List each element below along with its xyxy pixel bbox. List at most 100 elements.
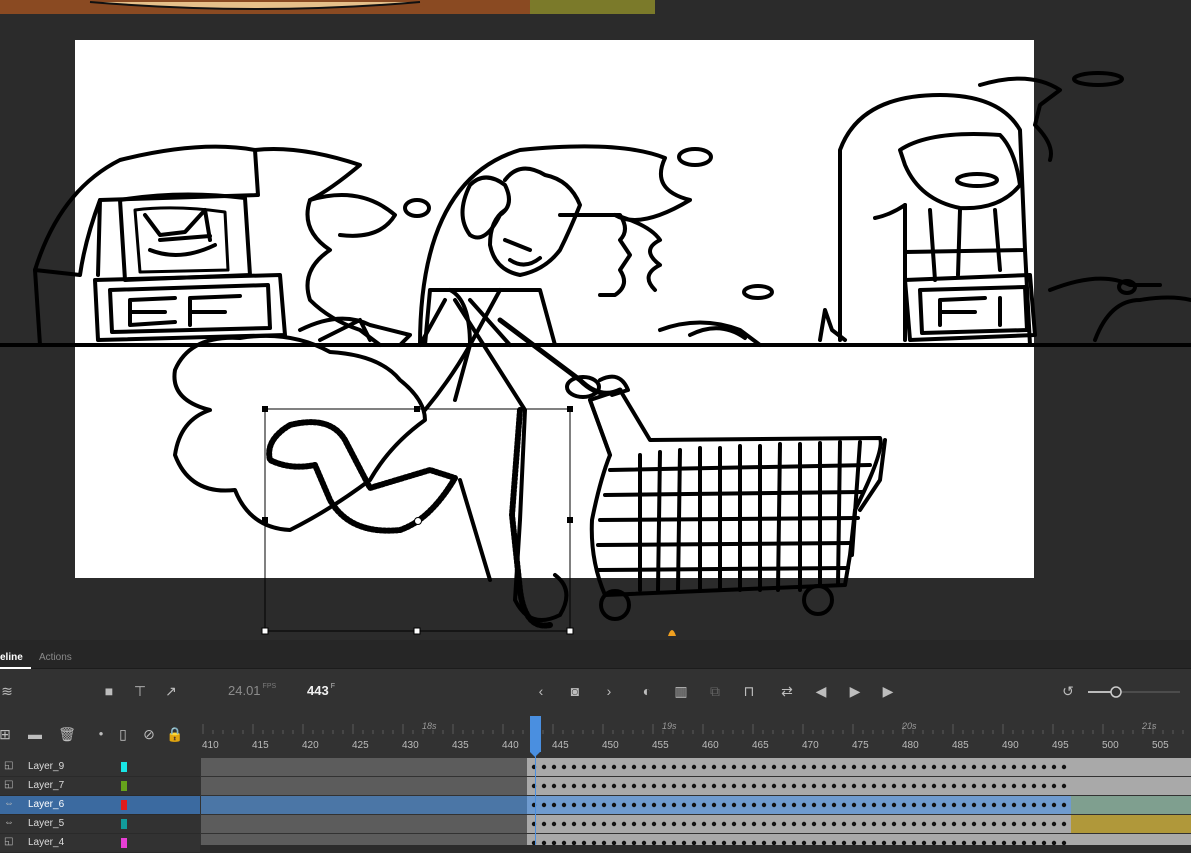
- visibility-icon[interactable]: ⊘: [138, 724, 160, 744]
- keyframe-dot[interactable]: [991, 821, 997, 827]
- keyframe-dot[interactable]: [551, 764, 557, 770]
- keyframe-dot[interactable]: [761, 764, 767, 770]
- layer-track[interactable]: [201, 777, 1191, 795]
- keyframe-dot[interactable]: [871, 802, 877, 808]
- keyframe-dot[interactable]: [581, 783, 587, 789]
- keyframe-dot[interactable]: [891, 802, 897, 808]
- keyframe-dot[interactable]: [581, 764, 587, 770]
- keyframe-dot[interactable]: [721, 821, 727, 827]
- keyframe-dot[interactable]: [911, 821, 917, 827]
- keyframe-dot[interactable]: [951, 802, 957, 808]
- keyframe-dot[interactable]: [591, 802, 597, 808]
- keyframe-dot[interactable]: [821, 821, 827, 827]
- keyframe-dot[interactable]: [741, 840, 747, 845]
- keyframe-dot[interactable]: [631, 764, 637, 770]
- keyframe-dot[interactable]: [961, 821, 967, 827]
- keyframe-dot[interactable]: [861, 821, 867, 827]
- keyframe-dot[interactable]: [1061, 802, 1067, 808]
- keyframe-dot[interactable]: [901, 821, 907, 827]
- keyframe-dot[interactable]: [971, 802, 977, 808]
- keyframe-dot[interactable]: [751, 783, 757, 789]
- keyframe-dot[interactable]: [631, 783, 637, 789]
- keyframe-dot[interactable]: [831, 783, 837, 789]
- layer-row[interactable]: ⇔ Layer_5: [0, 815, 200, 834]
- keyframe-dot[interactable]: [651, 764, 657, 770]
- keyframe-dot[interactable]: [921, 821, 927, 827]
- delete-layer-icon[interactable]: 🗑: [56, 724, 78, 744]
- edit-multiple-frames-icon[interactable]: ▥: [670, 681, 692, 701]
- layer-color-swatch[interactable]: [121, 781, 127, 791]
- keyframe-dot[interactable]: [871, 840, 877, 845]
- keyframe-dot[interactable]: [961, 783, 967, 789]
- keyframe-dot[interactable]: [801, 802, 807, 808]
- keyframe-dot[interactable]: [1041, 821, 1047, 827]
- keyframe-dot[interactable]: [891, 821, 897, 827]
- keyframe-dot[interactable]: [561, 821, 567, 827]
- layer-color-swatch[interactable]: [121, 838, 127, 848]
- keyframe-dot[interactable]: [721, 802, 727, 808]
- new-folder-icon[interactable]: ▬: [24, 724, 46, 744]
- keyframe-dot[interactable]: [581, 840, 587, 845]
- layer-row[interactable]: ◱ Layer_7: [0, 777, 200, 796]
- keyframe-dot[interactable]: [791, 840, 797, 845]
- keyframe-dot[interactable]: [811, 764, 817, 770]
- keyframe-dot[interactable]: [701, 840, 707, 845]
- keyframe-dot[interactable]: [561, 840, 567, 845]
- keyframe-dot[interactable]: [841, 783, 847, 789]
- keyframe-dot[interactable]: [681, 783, 687, 789]
- keyframe-dot[interactable]: [611, 783, 617, 789]
- current-frame-display[interactable]: 443 F: [307, 683, 335, 698]
- keyframe-dot[interactable]: [841, 821, 847, 827]
- keyframe-dot[interactable]: [1011, 802, 1017, 808]
- keyframe-dot[interactable]: [921, 802, 927, 808]
- keyframe-dot[interactable]: [761, 821, 767, 827]
- layer-track[interactable]: [201, 815, 1191, 833]
- keyframe-dot[interactable]: [641, 802, 647, 808]
- keyframe-dot[interactable]: [581, 821, 587, 827]
- keyframe-dot[interactable]: [571, 821, 577, 827]
- keyframe-dot[interactable]: [701, 802, 707, 808]
- keyframe-dot[interactable]: [951, 840, 957, 845]
- keyframe-dot[interactable]: [541, 802, 547, 808]
- keyframe-dot[interactable]: [921, 764, 927, 770]
- keyframe-dot[interactable]: [981, 783, 987, 789]
- keyframe-dot[interactable]: [761, 802, 767, 808]
- keyframe-dot[interactable]: [781, 783, 787, 789]
- keyframe-dot[interactable]: [1021, 802, 1027, 808]
- keyframe-dot[interactable]: [931, 821, 937, 827]
- keyframe-dot[interactable]: [831, 821, 837, 827]
- keyframe-dot[interactable]: [851, 764, 857, 770]
- keyframe-dot[interactable]: [601, 802, 607, 808]
- keyframe-dot[interactable]: [971, 783, 977, 789]
- keyframe-dot[interactable]: [711, 821, 717, 827]
- keyframe-dot[interactable]: [711, 802, 717, 808]
- keyframe-dot[interactable]: [741, 764, 747, 770]
- keyframe-dot[interactable]: [691, 783, 697, 789]
- keyframe-dot[interactable]: [811, 821, 817, 827]
- keyframe-dot[interactable]: [851, 840, 857, 845]
- keyframe-dot[interactable]: [1031, 783, 1037, 789]
- keyframe-dot[interactable]: [891, 783, 897, 789]
- keyframe-dot[interactable]: [561, 802, 567, 808]
- keyframe-dot[interactable]: [1011, 821, 1017, 827]
- keyframe-dot[interactable]: [831, 764, 837, 770]
- keyframe-dot[interactable]: [871, 821, 877, 827]
- keyframe-dot[interactable]: [971, 840, 977, 845]
- timeline-zoom-slider[interactable]: [1088, 685, 1183, 699]
- loop-icon[interactable]: ⇄: [776, 681, 798, 701]
- keyframe-dot[interactable]: [551, 783, 557, 789]
- keyframe-dot[interactable]: [601, 783, 607, 789]
- keyframe-dot[interactable]: [551, 840, 557, 845]
- keyframe-dot[interactable]: [831, 802, 837, 808]
- keyframe-dot[interactable]: [551, 802, 557, 808]
- keyframe-dot[interactable]: [911, 840, 917, 845]
- keyframe-dot[interactable]: [641, 821, 647, 827]
- keyframe-dot[interactable]: [851, 802, 857, 808]
- keyframe-dot[interactable]: [791, 764, 797, 770]
- keyframe-dot[interactable]: [651, 783, 657, 789]
- keyframe-dot[interactable]: [931, 802, 937, 808]
- keyframe-dot[interactable]: [691, 764, 697, 770]
- undo-zoom-icon[interactable]: ↺: [1057, 681, 1079, 701]
- keyframe-dot[interactable]: [571, 802, 577, 808]
- keyframe-dot[interactable]: [701, 783, 707, 789]
